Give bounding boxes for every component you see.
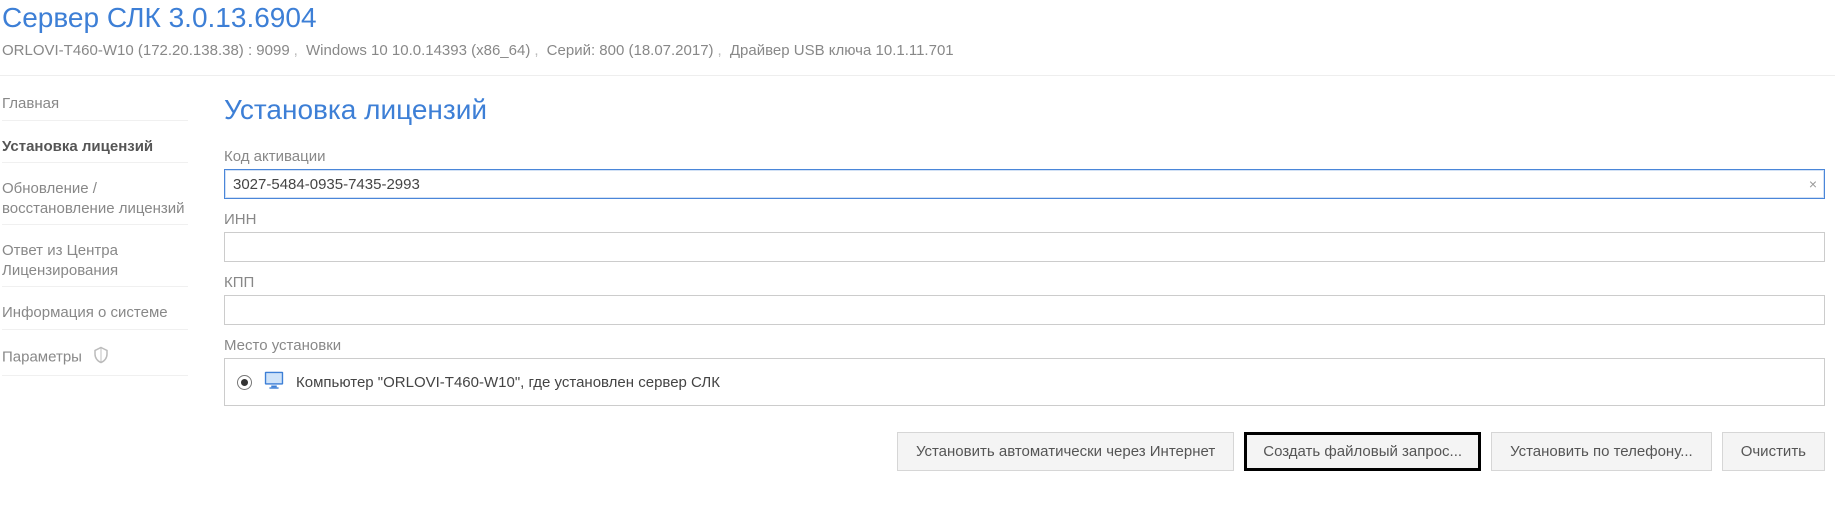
install-by-phone-button[interactable]: Установить по телефону... [1491, 432, 1712, 471]
app-title: Сервер СЛК 3.0.13.6904 [0, 0, 1835, 38]
clear-input-icon[interactable]: × [1809, 177, 1817, 191]
action-buttons: Установить автоматически через Интернет … [224, 432, 1825, 471]
os-info: Windows 10 10.0.14393 (x86_64) [306, 42, 530, 59]
nav-parameters-label: Параметры [2, 348, 82, 365]
install-auto-internet-button[interactable]: Установить автоматически через Интернет [897, 432, 1234, 471]
inn-label: ИНН [224, 211, 1825, 228]
nav-licensing-response[interactable]: Ответ из Центра Лицензирования [2, 235, 188, 287]
nav-parameters[interactable]: Параметры [2, 340, 188, 377]
nav-main[interactable]: Главная [2, 94, 188, 121]
page-title: Установка лицензий [224, 94, 1825, 126]
main-content: Установка лицензий Код активации × ИНН К… [188, 94, 1835, 471]
page-header: Сервер СЛК 3.0.13.6904 ORLOVI-T460-W10 (… [0, 0, 1835, 76]
radio-icon [237, 375, 252, 390]
clear-button[interactable]: Очистить [1722, 432, 1825, 471]
kpp-label: КПП [224, 274, 1825, 291]
monitor-icon [262, 369, 286, 395]
activation-code-label: Код активации [224, 148, 1825, 165]
nav-update-restore[interactable]: Обновление / восстановление лицензий [2, 173, 188, 225]
series-info: Серий: 800 (18.07.2017) [547, 42, 714, 59]
sub-info: ORLOVI-T460-W10 (172.20.138.38) : 9099, … [0, 38, 1835, 59]
nav-system-info[interactable]: Информация о системе [2, 297, 188, 330]
nav-install-licenses[interactable]: Установка лицензий [2, 131, 188, 164]
inn-input[interactable] [224, 232, 1825, 262]
install-place-text: Компьютер "ORLOVI-T460-W10", где установ… [296, 374, 720, 391]
driver-info: Драйвер USB ключа 10.1.11.701 [730, 42, 954, 59]
activation-code-input[interactable] [224, 169, 1825, 199]
sidebar: Главная Установка лицензий Обновление / … [0, 94, 188, 471]
kpp-input[interactable] [224, 295, 1825, 325]
create-file-request-button[interactable]: Создать файловый запрос... [1244, 432, 1481, 471]
install-place-label: Место установки [224, 337, 1825, 354]
install-place-option[interactable]: Компьютер "ORLOVI-T460-W10", где установ… [224, 358, 1825, 406]
shield-icon [92, 346, 110, 370]
host-info: ORLOVI-T460-W10 (172.20.138.38) : 9099 [2, 42, 290, 59]
